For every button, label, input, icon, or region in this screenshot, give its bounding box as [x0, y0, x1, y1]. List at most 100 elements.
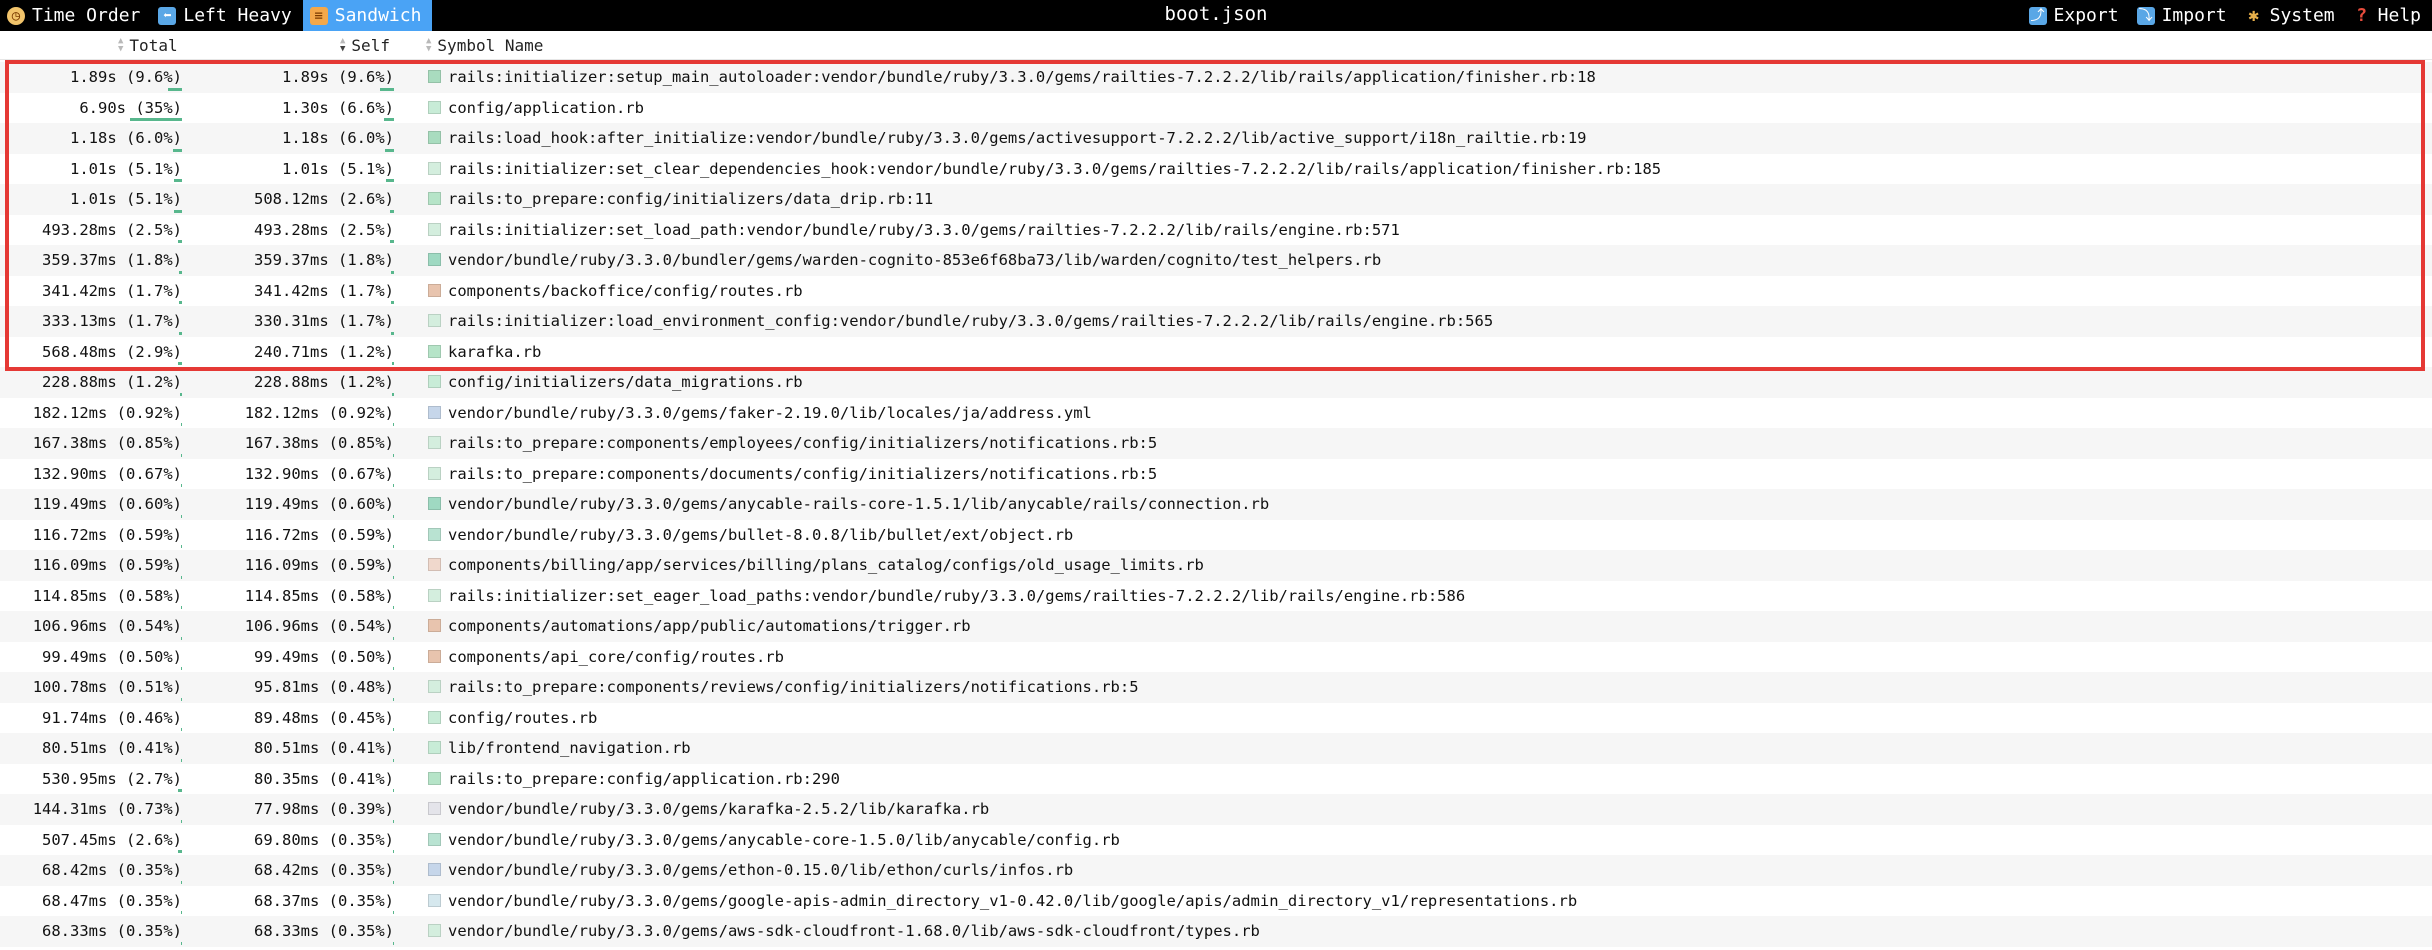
total-percentage-bar: [181, 514, 182, 518]
self-time-cell: 1.01s (5.1%): [282, 159, 394, 178]
system-theme-button[interactable]: ✱ System: [2238, 0, 2346, 31]
total-percentage-bar: [179, 270, 182, 274]
total-time-cell: 1.18s (6.0%): [70, 129, 182, 147]
color-swatch: [428, 649, 441, 663]
table-row[interactable]: 116.72ms (0.59%) 116.72ms (0.59%) vendor/b…: [0, 520, 2432, 551]
self-percentage-bar: [391, 270, 394, 274]
total-percentage-bar: [167, 87, 182, 91]
self-time-cell: 69.80ms (0.35%): [254, 830, 394, 849]
total-time-cell: 80.51ms (0.41%): [42, 739, 182, 757]
total-time-cell: 99.49ms (0.50%): [42, 647, 182, 666]
table-row[interactable]: 359.37ms (1.8%) 359.37ms (1.8%) vendor/bun…: [0, 245, 2432, 276]
self-percentage-bar: [393, 575, 394, 579]
table-row[interactable]: 100.78ms (0.51%) 95.81ms (0.48%) rails:to_…: [0, 672, 2432, 703]
total-percentage-bar: [181, 575, 182, 579]
sort-icon: ▲ ▼: [118, 36, 124, 54]
table-row[interactable]: 333.13ms (1.7%) 330.31ms (1.7%) rails:init…: [0, 306, 2432, 337]
color-swatch: [428, 436, 441, 449]
table-row[interactable]: 119.49ms (0.60%) 119.49ms (0.60%) vendor/b…: [0, 489, 2432, 520]
table-row[interactable]: 144.31ms (0.73%) 77.98ms (0.39%) vendor/bu…: [0, 794, 2432, 825]
toolbar: ◷ Time Order ⬅ Left Heavy ≡ Sandwich boo…: [0, 0, 2432, 31]
help-button[interactable]: ? Help: [2346, 0, 2432, 31]
left-heavy-label: Left Heavy: [183, 5, 292, 26]
total-percentage-bar: [129, 118, 182, 121]
table-row[interactable]: 493.28ms (2.5%) 493.28ms (2.5%) rails:init…: [0, 215, 2432, 246]
total-time-cell: 119.49ms (0.60%): [32, 495, 182, 513]
symbol-name-cell: lib/frontend_navigation.rb: [448, 739, 691, 757]
self-time-cell: 95.81ms (0.48%): [254, 678, 394, 696]
sandwich-button[interactable]: ≡ Sandwich: [302, 0, 433, 31]
self-time-cell: 240.71ms (1.2%): [254, 342, 394, 361]
total-column-header[interactable]: ▲ ▼ Total: [118, 31, 178, 59]
table-row[interactable]: 91.74ms (0.46%) 89.48ms (0.45%) config/rou…: [0, 703, 2432, 734]
self-percentage-bar: [392, 362, 394, 365]
self-percentage-bar: [385, 148, 394, 152]
help-label: Help: [2377, 5, 2421, 26]
total-time-cell: 1.01s (5.1%): [70, 190, 182, 208]
table-row[interactable]: 1.18s (6.0%) 1.18s (6.0%) rails:load_hook:…: [0, 123, 2432, 154]
self-percentage-bar: [393, 880, 394, 884]
self-time-cell: 1.89s (9.6%): [282, 68, 394, 86]
color-swatch: [428, 619, 441, 632]
export-button[interactable]: ⤴ Export: [2022, 0, 2130, 31]
color-swatch: [428, 283, 441, 297]
table-row[interactable]: 568.48ms (2.9%) 240.71ms (1.2%) karafka.rb: [0, 337, 2432, 368]
self-time-cell: 68.42ms (0.35%): [254, 861, 394, 879]
table-row[interactable]: 507.45ms (2.6%) 69.80ms (0.35%) vendor/bun…: [0, 825, 2432, 856]
symbol-name-cell: vendor/bundle/ruby/3.3.0/gems/google-api…: [448, 891, 1578, 910]
table-row[interactable]: 116.09ms (0.59%) 116.09ms (0.59%) componen…: [0, 550, 2432, 581]
total-percentage-bar: [179, 331, 182, 335]
table-row[interactable]: 106.96ms (0.54%) 106.96ms (0.54%) componen…: [0, 611, 2432, 642]
self-percentage-bar: [392, 484, 394, 487]
total-time-cell: 333.13ms (1.7%): [42, 312, 182, 330]
table-row[interactable]: 167.38ms (0.85%) 167.38ms (0.85%) rails:to…: [0, 428, 2432, 459]
symbol-name-cell: rails:initializer:set_clear_dependencies…: [448, 159, 1662, 178]
symbol-name-cell: vendor/bundle/ruby/3.3.0/gems/aws-sdk-cl…: [448, 922, 1260, 940]
table-row[interactable]: 228.88ms (1.2%) 228.88ms (1.2%) config/ini…: [0, 367, 2432, 398]
table-row[interactable]: 114.85ms (0.58%) 114.85ms (0.58%) rails:in…: [0, 581, 2432, 612]
total-percentage-bar: [181, 606, 182, 609]
table-row[interactable]: 182.12ms (0.92%) 182.12ms (0.92%) vendor/b…: [0, 398, 2432, 429]
table-row[interactable]: 1.01s (5.1%) 1.01s (5.1%) rails:initialize…: [0, 154, 2432, 185]
table-row[interactable]: 68.42ms (0.35%) 68.42ms (0.35%) vendor/bun…: [0, 855, 2432, 886]
symbol-name-cell: components/automations/app/public/automa…: [448, 617, 971, 635]
symbol-name-column-header[interactable]: ▲ ▼ Symbol Name: [426, 31, 543, 59]
table-row[interactable]: 341.42ms (1.7%) 341.42ms (1.7%) components…: [0, 276, 2432, 307]
table-row[interactable]: 132.90ms (0.67%) 132.90ms (0.67%) rails:to…: [0, 459, 2432, 490]
symbol-name-cell: vendor/bundle/ruby/3.3.0/gems/bullet-8.0…: [448, 525, 1074, 544]
total-time-cell: 530.95ms (2.7%): [42, 769, 182, 788]
table-row[interactable]: 6.90s (35%) 1.30s (6.6%) config/applicatio…: [0, 93, 2432, 124]
self-percentage-bar: [392, 392, 394, 396]
color-swatch: [428, 100, 441, 114]
table-row[interactable]: 68.33ms (0.35%) 68.33ms (0.35%) vendor/bun…: [0, 916, 2432, 947]
color-swatch: [428, 741, 441, 754]
symbol-name-cell: rails:initializer:set_eager_load_paths:v…: [448, 586, 1466, 605]
self-column-header[interactable]: ▲ ▼ Self: [340, 31, 390, 59]
self-percentage-bar: [393, 697, 394, 701]
sort-icon: ▲ ▼: [426, 36, 432, 54]
table-row[interactable]: 80.51ms (0.41%) 80.51ms (0.41%) lib/fronte…: [0, 733, 2432, 764]
table-row[interactable]: 99.49ms (0.50%) 99.49ms (0.50%) components…: [0, 642, 2432, 673]
total-time-cell: 100.78ms (0.51%): [32, 678, 182, 696]
self-time-cell: 182.12ms (0.92%): [244, 403, 394, 422]
table-row[interactable]: 1.89s (9.6%) 1.89s (9.6%) rails:initialize…: [0, 62, 2432, 93]
system-label: System: [2269, 5, 2335, 26]
table-row[interactable]: 1.01s (5.1%) 508.12ms (2.6%) rails:to_prep…: [0, 184, 2432, 215]
table-row[interactable]: 530.95ms (2.7%) 80.35ms (0.41%) rails:to_p…: [0, 764, 2432, 795]
table-row[interactable]: 68.47ms (0.35%) 68.37ms (0.35%) vendor/bun…: [0, 886, 2432, 917]
import-button[interactable]: ⤵ Import: [2130, 0, 2238, 31]
symbol-name-cell: rails:to_prepare:components/employees/co…: [448, 434, 1158, 452]
table-header: ▲ ▼ Total ▲ ▼ Self ▲ ▼ Symbol Name: [0, 31, 2432, 60]
time-order-button[interactable]: ◷ Time Order: [0, 0, 151, 31]
symbol-name-cell: rails:to_prepare:config/initializers/dat…: [448, 190, 934, 208]
self-time-cell: 493.28ms (2.5%): [254, 220, 394, 239]
symbol-table-body: 1.89s (9.6%) 1.89s (9.6%) rails:initialize…: [0, 62, 2432, 947]
color-swatch: [428, 588, 441, 602]
symbol-name-cell: config/routes.rb: [448, 708, 598, 727]
self-time-cell: 89.48ms (0.45%): [254, 708, 394, 727]
self-percentage-bar: [390, 240, 394, 243]
left-heavy-button[interactable]: ⬅ Left Heavy: [151, 0, 302, 31]
total-time-cell: 182.12ms (0.92%): [32, 403, 182, 422]
self-time-cell: 99.49ms (0.50%): [254, 647, 394, 666]
self-time-cell: 68.37ms (0.35%): [254, 891, 394, 910]
